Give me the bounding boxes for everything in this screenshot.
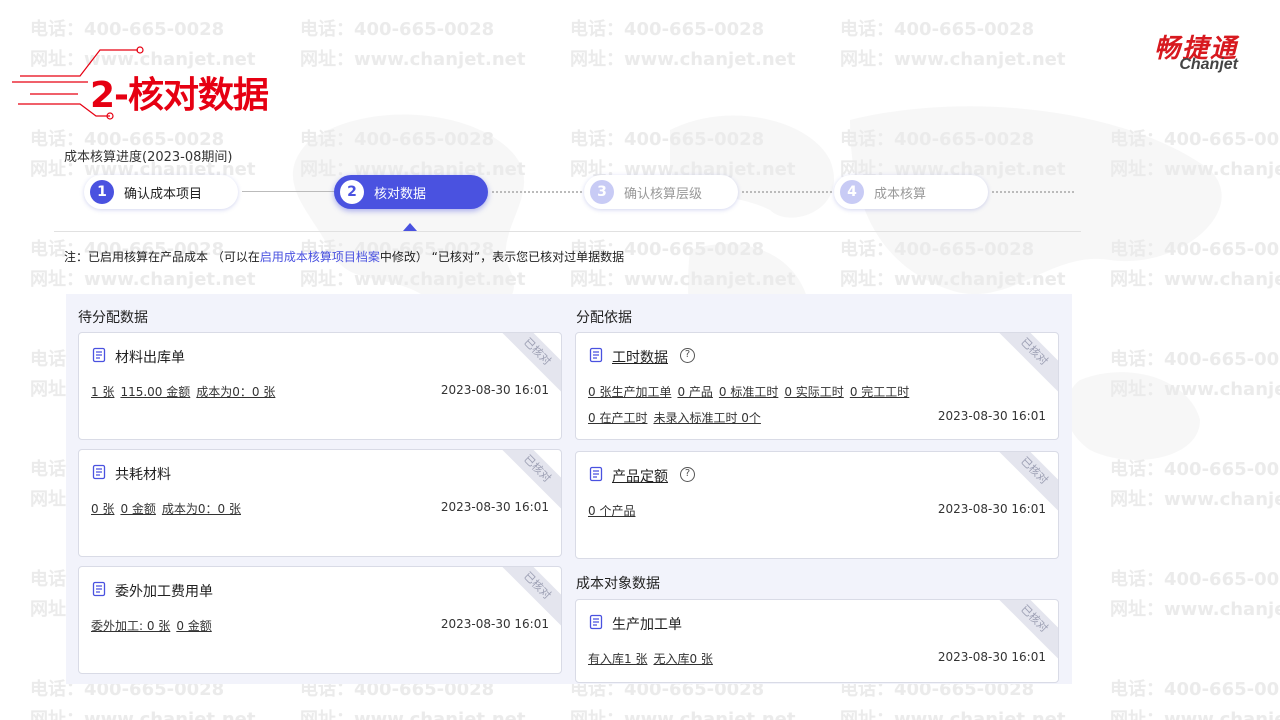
- card-timestamp: 2023-08-30 16:01: [440, 617, 549, 631]
- step-confirm-levels[interactable]: 3 确认核算层级: [584, 175, 738, 209]
- card-product-quota[interactable]: 产品定额 ? 已核对 0 个产品 2023-08-30 16:01: [575, 451, 1059, 559]
- card-timestamp: 2023-08-30 16:01: [937, 650, 1046, 664]
- step-label: 确认成本项目: [124, 186, 203, 202]
- question-circle-icon[interactable]: ?: [680, 467, 695, 482]
- step-verify-data[interactable]: 2 核对数据: [334, 175, 488, 209]
- logo-en-text: Chanjet: [1179, 56, 1238, 73]
- step-label: 成本核算: [874, 186, 927, 202]
- step-connector: [492, 191, 586, 193]
- card-stats: 委外加工: 0 张 0 金额: [91, 617, 218, 634]
- progress-steps: 1 确认成本项目 2 核对数据 3 确认核算层级 4 成本核算: [64, 172, 1080, 212]
- card-material-issue[interactable]: 材料出库单 已核对 1 张 115.00 金额 成本为0：0 张 2023-08-3…: [78, 332, 562, 440]
- card-stats: 1 张 115.00 金额 成本为0：0 张: [91, 383, 281, 400]
- step-cost-accounting[interactable]: 4 成本核算: [834, 175, 988, 209]
- progress-label: 成本核算进度(2023-08期间): [64, 150, 233, 165]
- divider: [54, 231, 1081, 232]
- card-outsourcing-fee[interactable]: 委外加工费用单 已核对 委外加工: 0 张0 金额 2023-08-30 16:…: [78, 566, 562, 674]
- stat-link[interactable]: 0 张: [91, 502, 114, 516]
- card-title: 委外加工费用单: [115, 584, 213, 600]
- step-confirm-cost-items[interactable]: 1 确认成本项目: [84, 175, 238, 209]
- allocation-basis-title: 分配依据: [576, 310, 632, 326]
- card-shared-material[interactable]: 共耗材料 已核对 0 张0 金额 成本为0：0 张 2023-08-30 16:0…: [78, 449, 562, 557]
- card-timestamp: 2023-08-30 16:01: [937, 502, 1046, 516]
- stat-link[interactable]: 0 产品: [677, 385, 712, 399]
- step-number: 4: [840, 180, 864, 204]
- step-connector: [992, 191, 1074, 193]
- stat-link[interactable]: 委外加工: 0 张: [91, 619, 170, 633]
- step-connector: [242, 191, 336, 192]
- note-prefix: 注：已启用核算在产品成本 （可以在: [64, 250, 260, 264]
- stat-link[interactable]: 0 张生产加工单: [588, 385, 671, 399]
- stat-link[interactable]: 成本为0：0 张: [196, 385, 275, 399]
- stat-link[interactable]: 0 金额: [176, 619, 211, 633]
- stat-link[interactable]: 无入库0 张: [653, 652, 712, 666]
- stat-link[interactable]: 0 个产品: [588, 504, 635, 518]
- stat-link[interactable]: 0 实际工时: [784, 385, 843, 399]
- card-stats: 0 在产工时 未录入标准工时 0个: [588, 409, 767, 426]
- card-title: 共耗材料: [115, 467, 171, 483]
- card-title: 生产加工单: [612, 617, 682, 633]
- card-title: 材料出库单: [115, 350, 185, 366]
- watermark-text: 电话：400-665-0028网址：www.chanjet.net: [1110, 569, 1280, 620]
- stat-link[interactable]: 成本为0：0 张: [162, 502, 241, 516]
- stat-link[interactable]: 0 在产工时: [588, 411, 647, 425]
- cost-item-archive-link[interactable]: 启用成本核算项目档案: [260, 250, 380, 264]
- stat-link[interactable]: 0 标准工时: [719, 385, 778, 399]
- stat-link[interactable]: 115.00 金额: [120, 385, 190, 399]
- card-stats: 0 个产品: [588, 502, 641, 519]
- document-list-icon: [589, 347, 603, 363]
- card-timestamp: 2023-08-30 16:01: [937, 409, 1046, 423]
- document-list-icon: [92, 464, 106, 480]
- watermark-text: 电话：400-665-0028网址：www.chanjet.net: [1110, 679, 1280, 720]
- step-number: 1: [90, 180, 114, 204]
- step-number: 3: [590, 180, 614, 204]
- cost-object-title: 成本对象数据: [576, 576, 660, 592]
- document-list-icon: [92, 347, 106, 363]
- active-step-pointer: [403, 223, 417, 231]
- chanjet-logo: 畅捷通 Chanjet: [1118, 28, 1258, 80]
- card-timestamp: 2023-08-30 16:01: [440, 500, 549, 514]
- document-list-icon: [589, 614, 603, 630]
- stat-link[interactable]: 0 完工工时: [850, 385, 909, 399]
- card-stats: 0 张生产加工单 0 产品 0 标准工时 0 实际工时 0 完工工时: [588, 383, 915, 400]
- card-work-hours[interactable]: 工时数据 ? 已核对 0 张生产加工单 0 产品 0 标准工时 0 实际工时 0 完工工…: [575, 332, 1059, 440]
- verified-ribbon: 已核对: [992, 333, 1058, 394]
- card-title[interactable]: 产品定额: [612, 466, 668, 486]
- question-circle-icon[interactable]: ?: [680, 348, 695, 363]
- note-suffix: 中修改） “已核对”，表示您已核对过单据数据: [379, 250, 625, 264]
- step-connector: [742, 191, 836, 193]
- note-text: 注：已启用核算在产品成本 （可以在启用成本核算项目档案中修改） “已核对”，表示…: [64, 248, 624, 265]
- stat-link[interactable]: 有入库1 张: [588, 652, 647, 666]
- pending-data-title: 待分配数据: [78, 310, 148, 326]
- card-production-order[interactable]: 生产加工单 已核对 有入库1 张无入库0 张 2023-08-30 16:01: [575, 599, 1059, 683]
- card-stats: 0 张 0 金额 成本为0：0 张: [91, 500, 247, 517]
- step-number: 2: [340, 180, 364, 204]
- card-timestamp: 2023-08-30 16:01: [440, 383, 549, 397]
- stat-link[interactable]: 0 金额: [120, 502, 155, 516]
- stat-link[interactable]: 未录入标准工时 0个: [653, 411, 760, 425]
- slide-heading: 2-核对数据: [0, 36, 320, 126]
- document-list-icon: [589, 466, 603, 482]
- document-list-icon: [92, 581, 106, 597]
- card-title[interactable]: 工时数据: [612, 347, 668, 367]
- stat-link[interactable]: 1 张: [91, 385, 114, 399]
- slide-title: 2-核对数据: [90, 75, 269, 116]
- card-stats: 有入库1 张无入库0 张: [588, 650, 719, 667]
- step-label: 核对数据: [374, 186, 427, 202]
- watermark-text: 电话：400-665-0028网址：www.chanjet.net: [30, 239, 256, 290]
- step-label: 确认核算层级: [624, 186, 703, 202]
